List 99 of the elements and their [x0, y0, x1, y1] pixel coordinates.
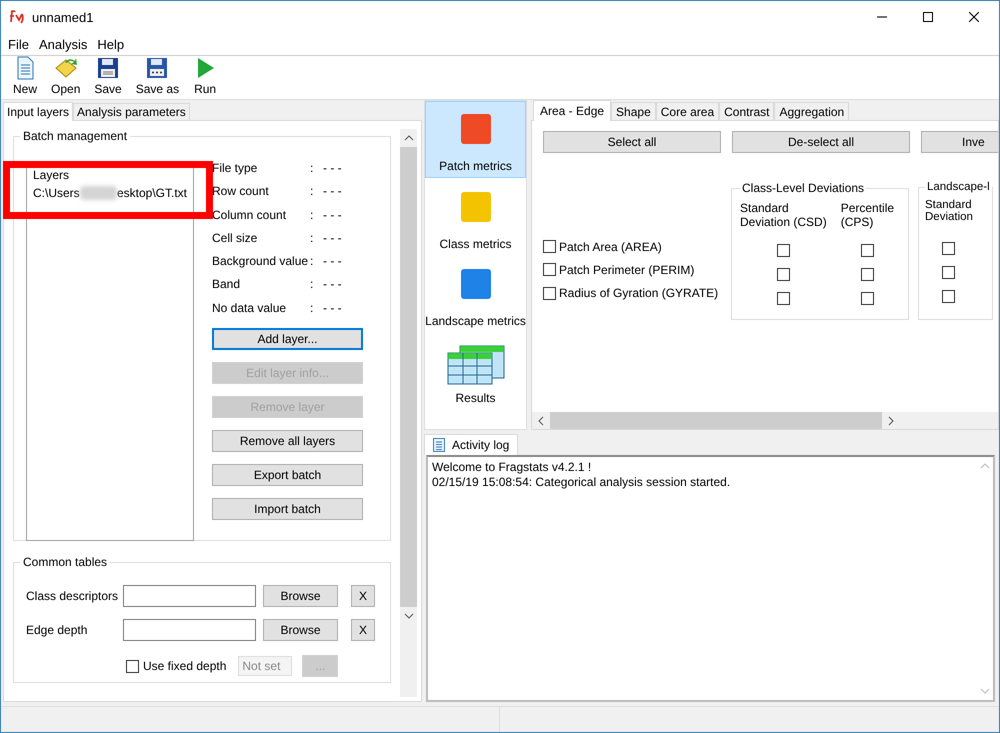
- checkbox[interactable]: [942, 242, 956, 255]
- info-value: - - -: [323, 300, 342, 315]
- checkbox[interactable]: [543, 263, 556, 276]
- column-heading: Standard Deviation (CSD): [740, 201, 827, 231]
- input-field[interactable]: [123, 619, 256, 641]
- metric-level-item[interactable]: Class metrics: [425, 178, 526, 255]
- batch-button[interactable]: Import batch: [212, 498, 363, 520]
- group-title: Common tables: [22, 555, 108, 569]
- menu-item[interactable]: Help: [92, 36, 130, 52]
- checkbox[interactable]: [942, 290, 956, 303]
- info-separator: :: [310, 230, 314, 245]
- info-label: Row count: [212, 184, 270, 198]
- checkbox[interactable]: [126, 660, 139, 672]
- metric-level-item[interactable]: Landscape metrics: [425, 255, 526, 332]
- browse-button[interactable]: Browse: [263, 619, 338, 641]
- toolbar-button[interactable]: New: [6, 56, 44, 99]
- info-label: Background value: [212, 254, 310, 268]
- info-label: Band: [212, 277, 242, 292]
- redaction-blur: [80, 186, 117, 200]
- tab[interactable]: Analysis parameters: [73, 103, 190, 120]
- close-icon[interactable]: [969, 12, 979, 22]
- browse-button[interactable]: Browse: [263, 585, 338, 607]
- checkbox-label: Use fixed depth: [143, 659, 226, 673]
- checkbox[interactable]: [860, 244, 874, 257]
- clear-button[interactable]: X: [351, 585, 375, 607]
- info-value: - - -: [323, 161, 342, 175]
- info-label: File type: [212, 161, 258, 175]
- info-label: Column count: [212, 208, 288, 222]
- checkbox[interactable]: [776, 244, 790, 257]
- scrollbar[interactable]: [532, 412, 998, 429]
- tab[interactable]: Area - Edge: [533, 100, 612, 121]
- info-separator: :: [310, 184, 314, 198]
- table-icon: [446, 345, 506, 385]
- scroll-up-icon[interactable]: [404, 135, 414, 141]
- tab[interactable]: Input layers: [3, 102, 74, 121]
- metric-label: Radius of Gyration (GYRATE): [559, 286, 718, 300]
- toolbar-button[interactable]: Save as: [128, 56, 186, 99]
- info-separator: :: [310, 208, 314, 222]
- metric-label: Patch Area (AREA): [559, 240, 662, 254]
- depth-field: Not set: [238, 656, 292, 676]
- group-title: Class-Level Deviations: [741, 181, 866, 195]
- batch-button[interactable]: Add layer...: [212, 328, 363, 350]
- toolbar-button[interactable]: Open: [44, 56, 88, 99]
- info-separator: :: [310, 277, 314, 292]
- action-button[interactable]: De-select all: [732, 131, 910, 153]
- log-line: Welcome to Fragstats v4.2.1 !: [432, 460, 592, 475]
- info-separator: :: [310, 300, 314, 315]
- list-item-text[interactable]: esktop\GT.txt: [116, 186, 187, 200]
- info-value: - - -: [323, 208, 342, 222]
- tab[interactable]: Shape: [611, 102, 656, 120]
- checkbox[interactable]: [543, 286, 556, 300]
- info-separator: :: [310, 161, 314, 175]
- scrollbar[interactable]: [400, 129, 417, 697]
- group-title: Landscape-l: [926, 181, 991, 193]
- scroll-right-icon[interactable]: [888, 416, 894, 426]
- toolbar-button[interactable]: Run: [186, 56, 224, 99]
- folder-open-icon: [54, 56, 78, 80]
- scroll-down-icon[interactable]: [404, 613, 414, 619]
- group-title: Batch management: [22, 129, 128, 143]
- action-button[interactable]: Select all: [543, 131, 721, 153]
- window-title: unnamed1: [32, 10, 94, 24]
- checkbox[interactable]: [860, 268, 874, 281]
- log-icon: [433, 438, 445, 452]
- checkbox[interactable]: [860, 292, 874, 305]
- tab[interactable]: Activity log: [424, 434, 518, 455]
- scroll-left-icon[interactable]: [538, 416, 544, 426]
- app-logo-icon: [9, 10, 25, 24]
- info-value: - - -: [323, 184, 342, 198]
- info-value: - - -: [323, 254, 342, 268]
- list-heading: Layers: [33, 168, 70, 182]
- menu-item[interactable]: File: [3, 36, 34, 52]
- info-value: - - -: [323, 230, 342, 245]
- checkbox[interactable]: [942, 266, 956, 279]
- batch-button[interactable]: Remove all layers: [212, 430, 363, 452]
- toolbar-button[interactable]: Save: [87, 56, 129, 99]
- field-label: Edge depth: [26, 623, 88, 637]
- maximize-icon[interactable]: [923, 12, 933, 22]
- clear-button[interactable]: X: [351, 619, 375, 641]
- info-label: No data value: [212, 300, 288, 315]
- info-value: - - -: [323, 277, 342, 292]
- list-item-text[interactable]: C:\Users: [33, 186, 80, 200]
- tab[interactable]: Aggregation: [774, 102, 850, 120]
- metric-level-item[interactable]: Results: [425, 332, 526, 409]
- info-label: Cell size: [212, 230, 258, 245]
- action-button[interactable]: Inve: [921, 131, 998, 153]
- log-line: 02/15/19 15:08:54: Categorical analysis session started.: [432, 475, 732, 490]
- checkbox[interactable]: [776, 292, 790, 305]
- metric-label: Patch Perimeter (PERIM): [559, 262, 694, 277]
- tab[interactable]: Core area: [656, 102, 720, 120]
- batch-button[interactable]: Export batch: [212, 464, 363, 486]
- menu-item[interactable]: Analysis: [34, 36, 92, 52]
- column-heading: Percentile (CPS): [840, 201, 894, 231]
- tab[interactable]: Contrast: [719, 102, 774, 120]
- input-field[interactable]: [123, 585, 256, 607]
- metric-level-item[interactable]: Patch metrics: [425, 101, 526, 178]
- info-separator: :: [310, 254, 314, 268]
- column-heading: Standard Deviation: [925, 199, 973, 225]
- checkbox[interactable]: [543, 240, 556, 254]
- checkbox[interactable]: [776, 268, 790, 281]
